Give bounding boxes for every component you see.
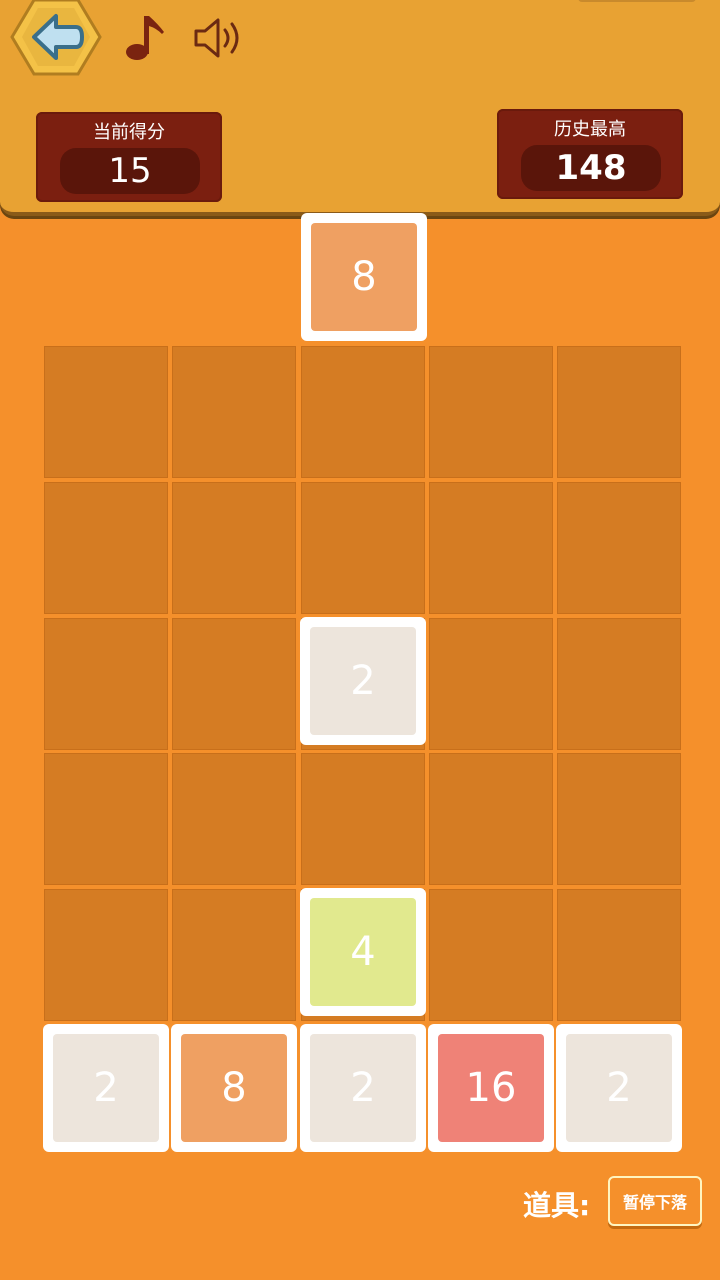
grid-cell[interactable] — [429, 753, 553, 885]
speaker-icon[interactable] — [192, 16, 246, 60]
top-right-decoration — [578, 0, 696, 2]
grid-cell[interactable] — [172, 753, 296, 885]
best-score-label: 历史最高 — [554, 119, 626, 140]
number-tile: 2 — [300, 1024, 426, 1152]
game-board[interactable]: 2 4 2 8 2 16 2 — [43, 346, 684, 1152]
tile-value: 8 — [181, 1034, 287, 1142]
tile-value: 2 — [566, 1034, 672, 1142]
music-note-icon[interactable] — [124, 12, 166, 62]
grid-cell[interactable] — [301, 346, 425, 478]
best-score-value: 148 — [521, 145, 661, 191]
back-button[interactable] — [10, 0, 102, 80]
number-tile: 16 — [428, 1024, 554, 1152]
tile-value: 2 — [310, 627, 416, 735]
grid-cell[interactable] — [557, 346, 681, 478]
grid-cell[interactable] — [44, 346, 168, 478]
falling-tile-value: 8 — [311, 223, 417, 331]
grid-cell[interactable] — [557, 482, 681, 614]
grid-cell[interactable] — [429, 482, 553, 614]
grid-cell[interactable] — [557, 889, 681, 1021]
number-tile: 2 — [43, 1024, 169, 1152]
grid-cell[interactable] — [557, 753, 681, 885]
grid-cell[interactable] — [429, 618, 553, 750]
number-tile: 4 — [300, 888, 426, 1016]
tile-value: 4 — [310, 898, 416, 1006]
number-tile: 2 — [556, 1024, 682, 1152]
grid-cell[interactable] — [44, 753, 168, 885]
pause-drop-button[interactable]: 暂停下落 — [608, 1176, 702, 1226]
grid-cell[interactable] — [301, 482, 425, 614]
grid-cell[interactable] — [44, 482, 168, 614]
grid-cell[interactable] — [172, 618, 296, 750]
number-tile: 2 — [300, 617, 426, 745]
tile-value: 2 — [53, 1034, 159, 1142]
current-score-label: 当前得分 — [93, 122, 165, 143]
grid-cell[interactable] — [172, 346, 296, 478]
grid-cell[interactable] — [172, 482, 296, 614]
tile-value: 2 — [310, 1034, 416, 1142]
grid-cell[interactable] — [172, 889, 296, 1021]
top-bar: 当前得分 15 历史最高 148 — [0, 0, 720, 216]
tile-value: 16 — [438, 1034, 544, 1142]
grid-cell[interactable] — [301, 753, 425, 885]
grid-cell[interactable] — [44, 618, 168, 750]
grid-cell[interactable] — [429, 346, 553, 478]
grid-cell[interactable] — [557, 618, 681, 750]
current-score-value: 15 — [60, 148, 200, 194]
grid-cell[interactable] — [429, 889, 553, 1021]
falling-tile: 8 — [301, 213, 427, 341]
tools-label: 道具: — [523, 1189, 591, 1222]
number-tile: 8 — [171, 1024, 297, 1152]
grid-cell[interactable] — [44, 889, 168, 1021]
best-score-panel: 历史最高 148 — [497, 109, 683, 199]
current-score-panel: 当前得分 15 — [36, 112, 222, 202]
